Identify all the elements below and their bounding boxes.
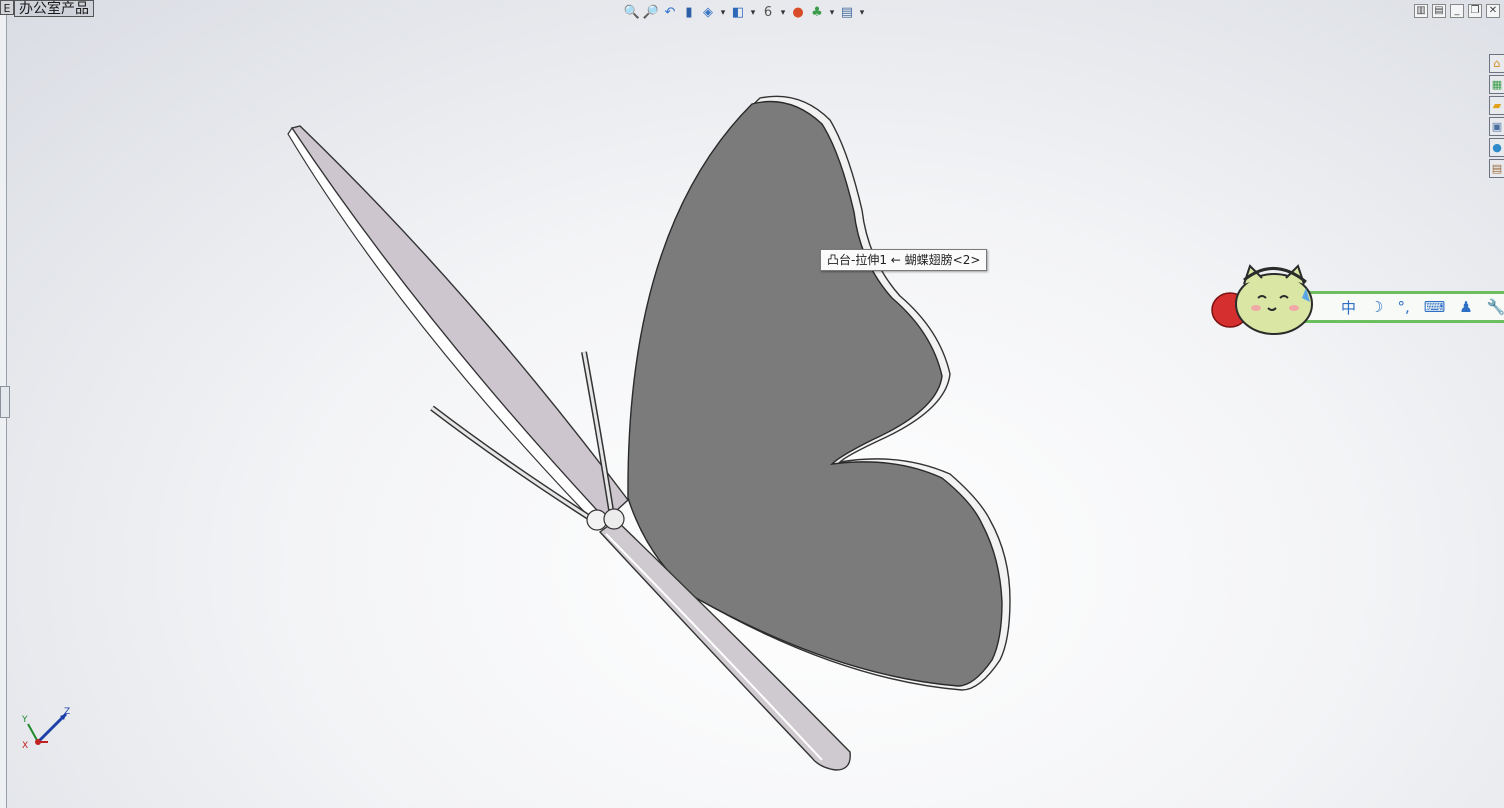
ime-user-icon[interactable]: ♟ (1459, 298, 1472, 316)
far-wing (290, 125, 629, 521)
feature-tooltip: 凸台-拉伸1 ← 蝴蝶翅膀<2> (820, 249, 988, 271)
graphics-area[interactable]: E 办公室产品 🔍 🔎 ↶ ▮ ◈ ▾ ◧ ▾ 6 ▾ ● ♣ ▾ ▤ ▾ ▥ … (0, 0, 1504, 808)
ime-chinese-mode[interactable]: 中 (1341, 297, 1356, 318)
minimize-icon[interactable]: _ (1450, 4, 1464, 18)
ime-settings-icon[interactable]: 🔧 (1487, 298, 1504, 316)
view-settings-icon[interactable]: ▤ (839, 5, 855, 21)
task-pane-tabs: ⌂ ▦ ▰ ▣ ● ▤ (1489, 54, 1504, 178)
edit-appearance-icon[interactable]: ● (790, 5, 806, 21)
apply-scene-icon[interactable]: ♣ (809, 5, 825, 21)
apply-scene-dropdown-icon[interactable]: ▾ (828, 8, 836, 18)
triad-z-label: Z (64, 707, 70, 717)
file-explorer-icon[interactable]: ▰ (1489, 96, 1504, 115)
reference-triad: Y Z X (21, 707, 70, 751)
document-tab[interactable]: E 办公室产品 (0, 0, 94, 17)
section-view-icon[interactable]: ▮ (681, 5, 697, 21)
heads-up-view-toolbar: 🔍 🔎 ↶ ▮ ◈ ▾ ◧ ▾ 6 ▾ ● ♣ ▾ ▤ ▾ (624, 3, 866, 23)
restore-icon[interactable]: ❐ (1468, 4, 1482, 18)
document-tab-name[interactable]: 办公室产品 (14, 0, 94, 17)
triad-x-label: X (22, 741, 28, 751)
tile-horizontal-icon[interactable]: ▥ (1414, 4, 1428, 18)
butterfly-head-right (603, 508, 625, 530)
tile-vertical-icon[interactable]: ▤ (1432, 4, 1446, 18)
document-tab-stub[interactable]: E (0, 0, 14, 15)
panel-splitter-handle[interactable] (0, 386, 10, 418)
ime-keyboard-icon[interactable]: ⌨ (1424, 298, 1446, 316)
design-library-icon[interactable]: ▦ (1489, 75, 1504, 94)
view-settings-dropdown-icon[interactable]: ▾ (858, 8, 866, 18)
hide-show-items-icon[interactable]: 6 (760, 5, 776, 21)
custom-properties-icon[interactable]: ▤ (1489, 159, 1504, 178)
hide-show-dropdown-icon[interactable]: ▾ (779, 8, 787, 18)
zoom-to-fit-icon[interactable]: 🔍 (624, 5, 640, 21)
view-orientation-icon[interactable]: ◈ (700, 5, 716, 21)
ime-toolbar[interactable]: 中 ☽ °, ⌨ ♟ 🔧 (1300, 291, 1504, 323)
display-style-dropdown-icon[interactable]: ▾ (749, 8, 757, 18)
appearances-icon[interactable]: ● (1489, 138, 1504, 157)
triad-y-label: Y (21, 715, 28, 725)
display-style-icon[interactable]: ◧ (730, 5, 746, 21)
zoom-to-area-icon[interactable]: 🔎 (643, 5, 659, 21)
document-window-controls: ▥ ▤ _ ❐ ✕ (1414, 4, 1500, 18)
ime-punctuation-icon[interactable]: °, (1397, 298, 1409, 316)
ime-moon-icon[interactable]: ☽ (1370, 298, 1383, 316)
butterfly-model[interactable] (0, 0, 1504, 808)
previous-view-icon[interactable]: ↶ (662, 5, 678, 21)
feature-manager-collapsed (0, 0, 10, 808)
view-palette-icon[interactable]: ▣ (1489, 117, 1504, 136)
ime-mascot-icon[interactable] (1210, 262, 1314, 340)
home-icon[interactable]: ⌂ (1489, 54, 1504, 73)
view-orientation-dropdown-icon[interactable]: ▾ (719, 8, 727, 18)
close-icon[interactable]: ✕ (1486, 4, 1500, 18)
